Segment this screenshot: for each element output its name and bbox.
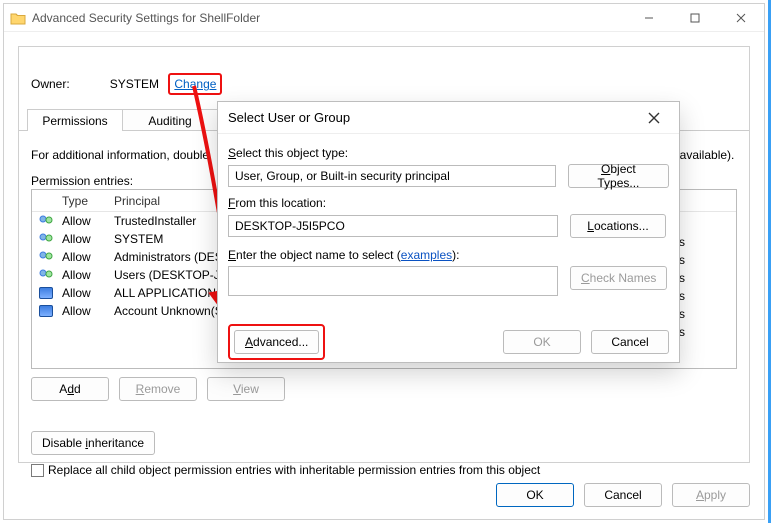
dialog-cancel-button[interactable]: Cancel: [591, 330, 669, 354]
info-line-right: f available).: [673, 148, 734, 162]
enter-name-label: Enter the object name to select (example…: [228, 248, 558, 262]
users-icon: [38, 269, 54, 281]
users-icon: [38, 215, 54, 227]
advanced-button[interactable]: Advanced...: [234, 330, 319, 354]
close-icon: [648, 112, 660, 124]
users-icon: [38, 251, 54, 263]
location-label: From this location:: [228, 196, 669, 210]
app-package-icon: [39, 305, 53, 317]
col-type[interactable]: Type: [60, 194, 112, 208]
add-button[interactable]: Add: [31, 377, 109, 401]
remove-button[interactable]: Remove: [119, 377, 197, 401]
dialog-title: Select User or Group: [228, 110, 350, 125]
tab-auditing[interactable]: Auditing: [122, 109, 218, 131]
object-name-input[interactable]: [228, 266, 558, 296]
owner-label: Owner:: [31, 77, 70, 91]
dialog-ok-button[interactable]: OK: [503, 330, 581, 354]
select-user-group-dialog: Select User or Group Select this object …: [217, 101, 680, 363]
view-button[interactable]: View: [207, 377, 285, 401]
titlebar: Advanced Security Settings for ShellFold…: [4, 4, 764, 32]
main-window: Advanced Security Settings for ShellFold…: [3, 3, 765, 520]
change-highlight-box: Change: [168, 73, 222, 95]
folder-icon: [10, 11, 26, 25]
object-types-button[interactable]: Object Types...: [568, 164, 669, 188]
change-owner-link[interactable]: Change: [174, 77, 216, 91]
app-package-icon: [39, 287, 53, 299]
cancel-button[interactable]: Cancel: [584, 483, 662, 507]
dialog-footer-buttons: OK Cancel Apply: [496, 483, 750, 507]
tab-permissions[interactable]: Permissions: [27, 109, 123, 131]
ok-button[interactable]: OK: [496, 483, 574, 507]
users-icon: [38, 233, 54, 245]
replace-checkbox[interactable]: [31, 464, 44, 477]
minimize-button[interactable]: [626, 4, 672, 32]
replace-checkbox-label: Replace all child object permission entr…: [48, 463, 540, 477]
tab-bar: Permissions Auditing: [27, 109, 217, 131]
locations-button[interactable]: Locations...: [570, 214, 666, 238]
object-type-field[interactable]: User, Group, or Built-in security princi…: [228, 165, 556, 187]
permission-entries-label: Permission entries:: [31, 174, 133, 188]
examples-link[interactable]: examples: [401, 248, 452, 262]
disable-inheritance-button[interactable]: Disable inheritance: [31, 431, 155, 455]
advanced-highlight-box: Advanced...: [228, 324, 325, 360]
location-field[interactable]: DESKTOP-J5I5PCO: [228, 215, 558, 237]
check-names-button[interactable]: Check Names: [570, 266, 667, 290]
dialog-close-button[interactable]: [639, 104, 669, 132]
owner-value: SYSTEM: [110, 77, 159, 91]
apply-button[interactable]: Apply: [672, 483, 750, 507]
window-title: Advanced Security Settings for ShellFold…: [32, 11, 260, 25]
info-line: For additional information, double: [31, 148, 209, 162]
object-type-label: Select this object type:: [228, 146, 669, 160]
maximize-button[interactable]: [672, 4, 718, 32]
close-button[interactable]: [718, 4, 764, 32]
